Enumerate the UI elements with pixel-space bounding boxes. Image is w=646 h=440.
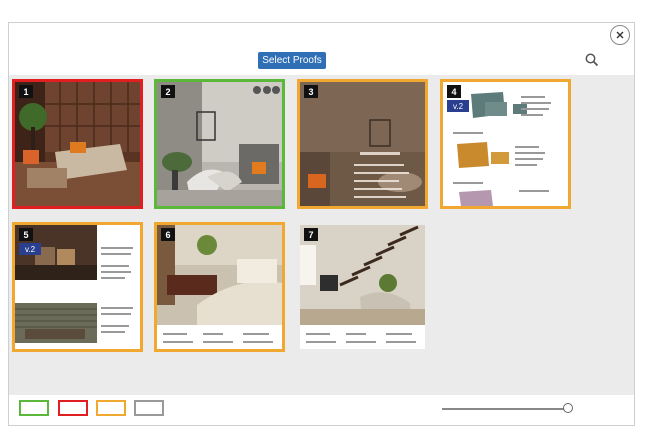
proof-thumbnail bbox=[157, 82, 282, 206]
proof-number-badge: 5 bbox=[19, 228, 33, 241]
proof-thumbnail bbox=[157, 225, 282, 349]
proof-grid: 1 2 3 4 v.2 5 v.2 6 7 bbox=[9, 75, 634, 395]
proof-number-badge: 7 bbox=[304, 228, 318, 241]
proof-tile-3[interactable]: 3 bbox=[297, 79, 428, 209]
proof-thumbnail bbox=[300, 82, 425, 206]
search-icon bbox=[585, 53, 599, 67]
proof-tile-1[interactable]: 1 bbox=[12, 79, 143, 209]
select-proofs-button[interactable]: Select Proofs bbox=[258, 52, 326, 69]
close-button[interactable] bbox=[610, 25, 630, 45]
search-button[interactable] bbox=[584, 52, 600, 68]
proof-number-badge: 3 bbox=[304, 85, 318, 98]
proof-number-badge: 4 bbox=[447, 85, 461, 98]
filter-rejected-swatch[interactable] bbox=[58, 400, 88, 416]
proof-tile-5[interactable]: 5 v.2 bbox=[12, 222, 143, 352]
filter-pending-swatch[interactable] bbox=[96, 400, 126, 416]
proof-number-badge: 2 bbox=[161, 85, 175, 98]
zoom-slider-thumb[interactable] bbox=[563, 403, 573, 413]
proof-number-badge: 6 bbox=[161, 228, 175, 241]
proof-thumbnail bbox=[15, 82, 140, 206]
filter-bar bbox=[9, 396, 634, 426]
proof-number-badge: 1 bbox=[19, 85, 33, 98]
proof-tile-7[interactable]: 7 bbox=[297, 222, 428, 352]
filter-approved-swatch[interactable] bbox=[19, 400, 49, 416]
close-icon bbox=[616, 31, 624, 39]
proof-tile-2[interactable]: 2 bbox=[154, 79, 285, 209]
proof-tile-6[interactable]: 6 bbox=[154, 222, 285, 352]
proof-tile-4[interactable]: 4 v.2 bbox=[440, 79, 571, 209]
zoom-slider-track[interactable] bbox=[442, 408, 568, 410]
version-badge: v.2 bbox=[19, 243, 41, 255]
filter-none-swatch[interactable] bbox=[134, 400, 164, 416]
version-badge: v.2 bbox=[447, 100, 469, 112]
proof-thumbnail bbox=[300, 225, 425, 349]
